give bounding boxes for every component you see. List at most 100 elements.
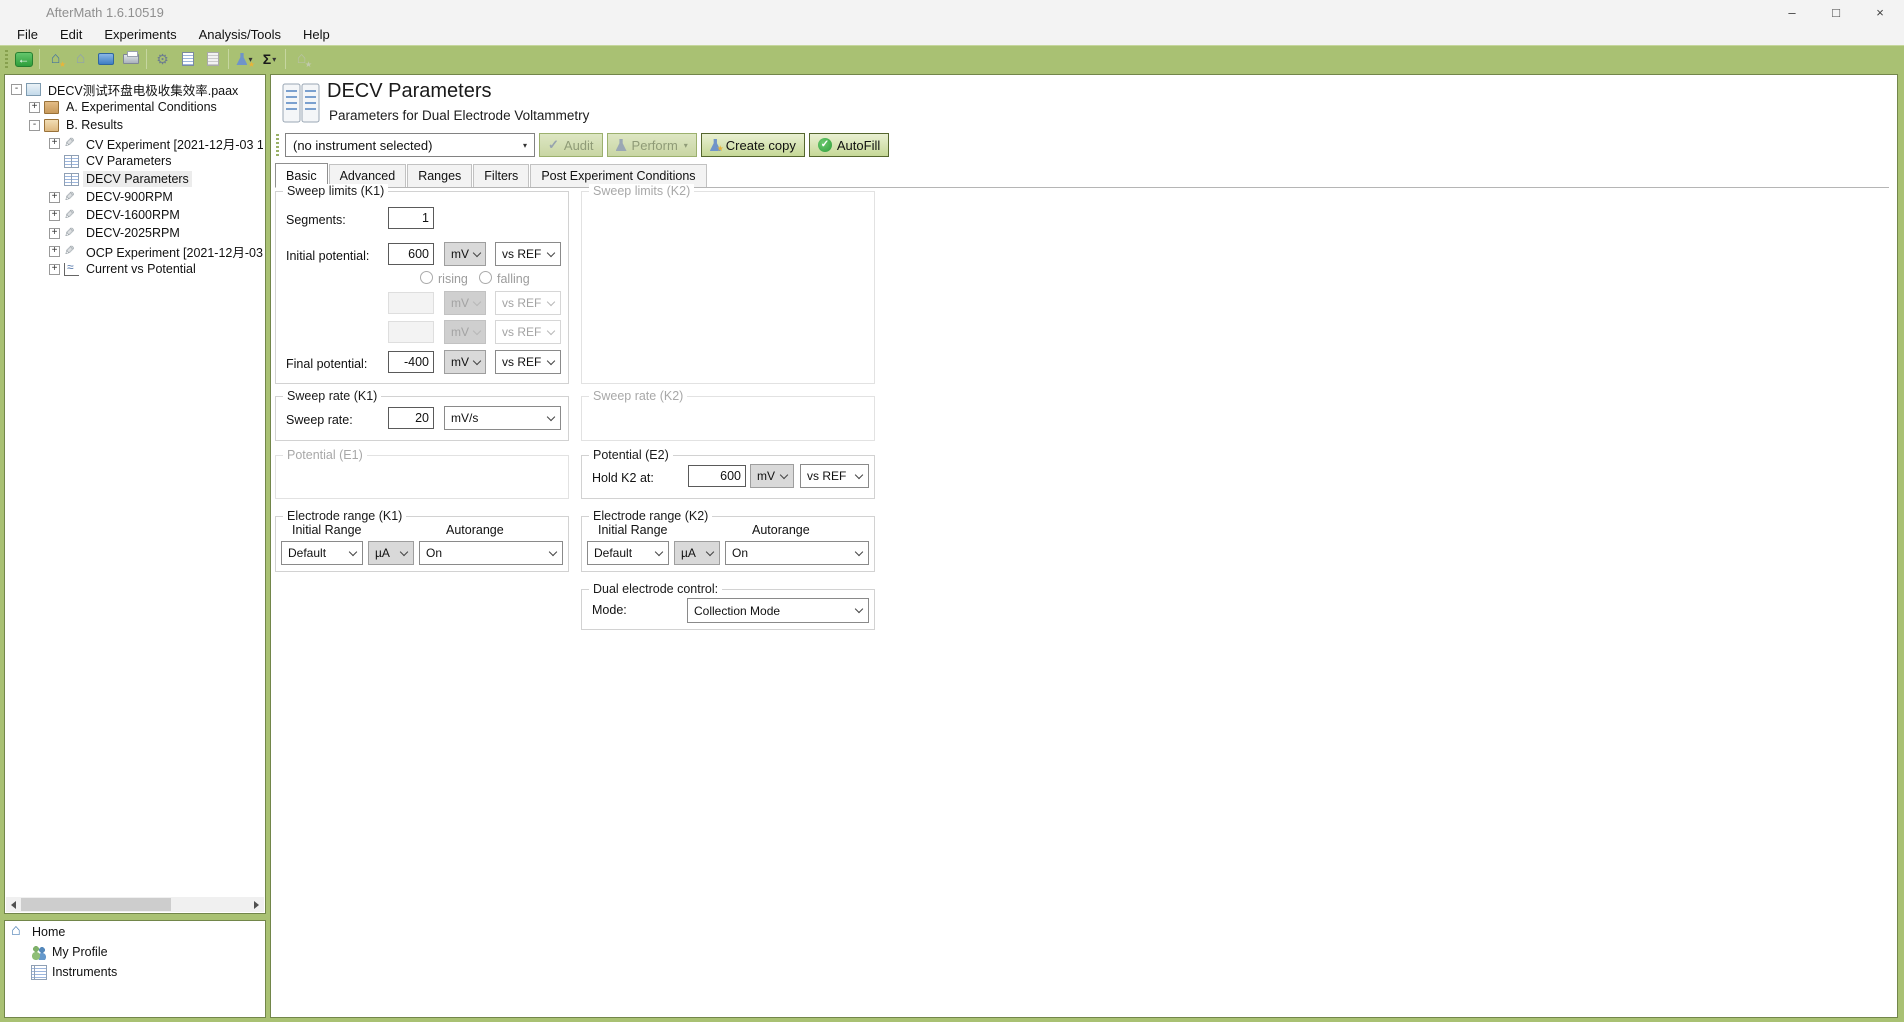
menu-item[interactable]: Experiments	[93, 25, 187, 44]
tools-button[interactable]: ⚙	[151, 48, 174, 70]
tree-item[interactable]: + A. Experimental Conditions	[7, 98, 263, 116]
tree-expander[interactable]: +	[49, 264, 60, 275]
tree-expander[interactable]: +	[49, 192, 60, 203]
final-unit-select[interactable]: mV	[444, 350, 486, 374]
tree-item[interactable]: - DECV测试环盘电极收集效率.paax	[7, 80, 263, 98]
tree-item-label[interactable]: B. Results	[63, 117, 126, 133]
tree-expander[interactable]: -	[29, 120, 40, 131]
copy-button[interactable]	[201, 48, 224, 70]
tree-item-label[interactable]: DECV Parameters	[83, 171, 192, 187]
tree-item[interactable]: + OCP Experiment [2021-12月-03	[7, 242, 263, 260]
minimize-button[interactable]: –	[1770, 0, 1814, 24]
initial-unit-select[interactable]: mV	[444, 242, 486, 266]
project-tree: - DECV测试环盘电极收集效率.paax + A. Experimental …	[7, 80, 263, 278]
hold-k2-unit-select[interactable]: mV	[750, 464, 794, 488]
instrument-select[interactable]: (no instrument selected) ▾	[285, 133, 535, 157]
actionbar-grip[interactable]	[276, 134, 279, 156]
sweep-rate-unit-select[interactable]: mV/s	[444, 406, 561, 430]
menu-item[interactable]: Analysis/Tools	[188, 25, 292, 44]
range-unit-select-k2[interactable]: µA	[674, 541, 720, 565]
tree-item-icon	[64, 155, 79, 168]
upper-ref-select: vs REF	[495, 291, 561, 315]
scrollbar-thumb[interactable]	[21, 898, 171, 911]
tree-expander[interactable]: -	[11, 84, 22, 95]
nav-label[interactable]: Home	[32, 925, 65, 939]
initial-range-select-k2[interactable]: Default	[587, 541, 669, 565]
dual-electrode-control-group: Dual electrode control: Mode: Collection…	[581, 589, 875, 630]
initial-potential-input[interactable]	[388, 243, 434, 265]
final-ref-select[interactable]: vs REF	[495, 350, 561, 374]
autofill-button[interactable]: ✓ AutoFill	[809, 133, 889, 157]
autorange-select-k2[interactable]: On	[725, 541, 869, 565]
tree-item[interactable]: + DECV-1600RPM	[7, 206, 263, 224]
tree-item-label[interactable]: DECV-900RPM	[83, 189, 176, 205]
tree-item[interactable]: + Current vs Potential	[7, 260, 263, 278]
save-button[interactable]	[94, 48, 117, 70]
segments-input[interactable]	[388, 207, 434, 229]
page-subtitle: Parameters for Dual Electrode Voltammetr…	[329, 108, 589, 123]
dropdown-arrow-icon: ▾	[523, 141, 527, 150]
tree-item[interactable]: DECV Parameters	[7, 170, 263, 188]
tree-item-label[interactable]: CV Parameters	[83, 153, 174, 169]
hold-k2-label: Hold K2 at:	[592, 471, 654, 485]
final-potential-input[interactable]	[388, 351, 434, 373]
nav-item-instruments[interactable]: Instruments	[5, 963, 265, 981]
properties-button[interactable]	[176, 48, 199, 70]
tree-expander[interactable]: +	[49, 246, 60, 257]
tree-horizontal-scrollbar[interactable]	[6, 897, 264, 912]
analysis-sigma-icon: Σ	[263, 52, 271, 66]
initial-ref-select[interactable]: vs REF	[495, 242, 561, 266]
nav-label[interactable]: Instruments	[52, 965, 117, 979]
tab[interactable]: Ranges	[407, 164, 472, 187]
tree-expander[interactable]: +	[49, 228, 60, 239]
archive-home-button[interactable]: ⌂	[69, 48, 92, 70]
tree-expander[interactable]: +	[29, 102, 40, 113]
scroll-right-icon[interactable]	[249, 897, 264, 912]
tree-item-label[interactable]: DECV-2025RPM	[83, 225, 183, 241]
tab[interactable]: Filters	[473, 164, 529, 187]
scroll-left-icon[interactable]	[6, 897, 21, 912]
tree-item[interactable]: + DECV-2025RPM	[7, 224, 263, 242]
home-favorites-button[interactable]: ⌂ ★	[44, 48, 67, 70]
tree-expander[interactable]: +	[49, 210, 60, 221]
nav-label[interactable]: My Profile	[52, 945, 108, 959]
sweep-rate-input[interactable]	[388, 407, 434, 429]
tree-item-label[interactable]: CV Experiment [2021-12月-03 1	[83, 134, 263, 152]
mode-select[interactable]: Collection Mode	[687, 598, 869, 623]
nav-item-home[interactable]: Home	[5, 923, 265, 941]
hold-k2-ref-select[interactable]: vs REF	[800, 464, 869, 488]
tree-item[interactable]: + DECV-900RPM	[7, 188, 263, 206]
analysis-button[interactable]: Σ ▾	[258, 48, 281, 70]
tree-item-label[interactable]: OCP Experiment [2021-12月-03	[83, 242, 263, 260]
final-potential-label: Final potential:	[286, 357, 367, 371]
maximize-button[interactable]: □	[1814, 0, 1858, 24]
tree-item[interactable]: + CV Experiment [2021-12月-03 1	[7, 134, 263, 152]
tree-item-label[interactable]: DECV-1600RPM	[83, 207, 183, 223]
print-button[interactable]	[119, 48, 142, 70]
tree-item-label[interactable]: DECV测试环盘电极收集效率.paax	[45, 80, 241, 98]
hold-k2-input[interactable]	[688, 465, 746, 487]
potential-e2-group: Potential (E2) Hold K2 at: mV vs REF	[581, 455, 875, 499]
sweep-rate-label: Sweep rate:	[286, 413, 353, 427]
tree-item[interactable]: - B. Results	[7, 116, 263, 134]
close-button[interactable]: ×	[1858, 0, 1902, 24]
menu-item[interactable]: Edit	[49, 25, 93, 44]
create-copy-button[interactable]: ★ Create copy	[701, 133, 805, 157]
nav-item-my-profile[interactable]: My Profile	[5, 943, 265, 961]
new-experiment-button[interactable]: ★ ▾	[233, 48, 256, 70]
autorange-select-k1[interactable]: On	[419, 541, 563, 565]
tree-item-label[interactable]: Current vs Potential	[83, 261, 199, 277]
new-experiment-icon	[236, 53, 247, 65]
tree-item-label[interactable]: A. Experimental Conditions	[63, 99, 220, 115]
perform-button: Perform ▾	[607, 133, 697, 157]
tree-item-icon	[64, 209, 79, 222]
tree-expander[interactable]: +	[49, 138, 60, 149]
tree-item[interactable]: CV Parameters	[7, 152, 263, 170]
toolbar-grip[interactable]	[5, 50, 8, 68]
menu-item[interactable]: Help	[292, 25, 341, 44]
back-button[interactable]: ←	[12, 48, 35, 70]
star-icon: ★	[59, 60, 66, 69]
range-unit-select-k1[interactable]: µA	[368, 541, 414, 565]
menu-item[interactable]: File	[6, 25, 49, 44]
initial-range-select-k1[interactable]: Default	[281, 541, 363, 565]
